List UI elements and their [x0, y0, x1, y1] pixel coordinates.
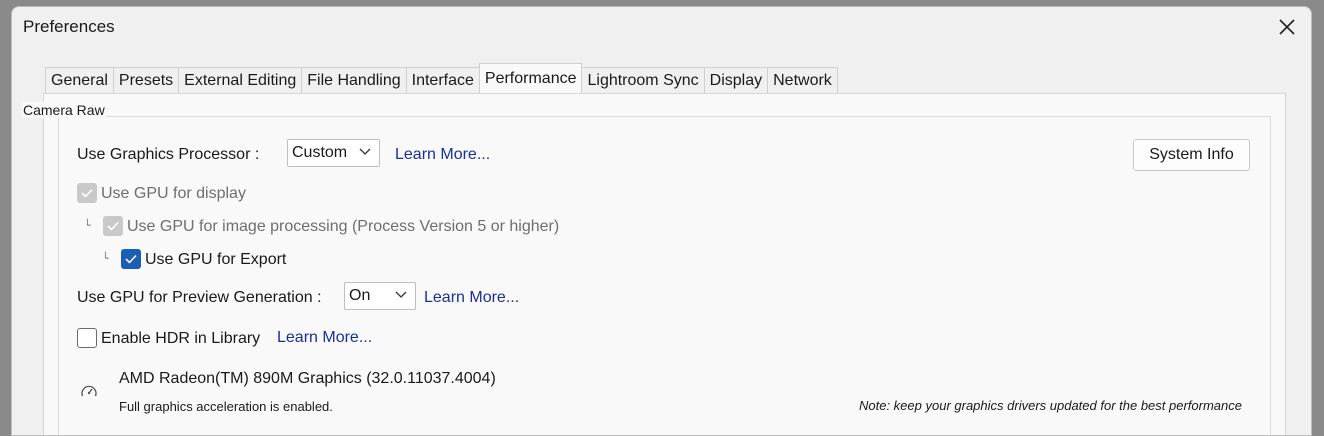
learn-more-preview-link[interactable]: Learn More...	[424, 289, 519, 307]
tab-bar: General Presets External Editing File Ha…	[45, 63, 838, 93]
learn-more-graphics-link[interactable]: Learn More...	[395, 146, 490, 164]
tab-file-handling[interactable]: File Handling	[301, 67, 407, 93]
tree-connector: └	[84, 219, 91, 232]
hdr-library-checkbox[interactable]	[77, 328, 97, 348]
window-title: Preferences	[23, 17, 115, 36]
tab-general[interactable]: General	[45, 67, 114, 93]
checkmark-icon	[81, 188, 93, 198]
gpu-display-checkbox[interactable]	[77, 183, 97, 203]
gpu-display-label: Use GPU for display	[101, 185, 246, 202]
tab-interface[interactable]: Interface	[405, 67, 480, 93]
gpu-export-label: Use GPU for Export	[145, 251, 287, 268]
gpu-export-checkbox[interactable]	[121, 249, 141, 269]
hdr-library-label: Enable HDR in Library	[101, 330, 261, 347]
speedometer-icon	[81, 385, 97, 397]
gpu-image-processing-label: Use GPU for image processing (Process Ve…	[127, 218, 560, 235]
checkmark-icon	[125, 254, 137, 264]
tab-lightroom-sync[interactable]: Lightroom Sync	[581, 67, 705, 93]
tab-network[interactable]: Network	[767, 67, 838, 93]
tree-connector: └	[102, 252, 109, 265]
preview-generation-select[interactable]: On	[344, 282, 416, 310]
graphics-processor-label: Use Graphics Processor :	[77, 146, 260, 163]
tab-display[interactable]: Display	[703, 67, 769, 93]
preview-generation-label: Use GPU for Preview Generation :	[77, 289, 322, 306]
chevron-down-icon	[395, 291, 407, 298]
camera-raw-group	[58, 116, 1271, 435]
tab-presets[interactable]: Presets	[112, 67, 180, 93]
tab-external-editing[interactable]: External Editing	[178, 67, 303, 93]
graphics-processor-select[interactable]: Custom	[287, 139, 380, 167]
driver-note: Note: keep your graphics drivers updated…	[859, 398, 1242, 413]
gpu-image-processing-checkbox[interactable]	[103, 216, 123, 236]
gpu-name: AMD Radeon(TM) 890M Graphics (32.0.11037…	[119, 370, 496, 387]
chevron-down-icon	[359, 148, 371, 155]
group-label-camera-raw: Camera Raw	[22, 102, 106, 118]
checkmark-icon	[107, 221, 119, 231]
preview-generation-value: On	[349, 287, 371, 304]
close-button[interactable]	[1275, 15, 1299, 39]
close-icon	[1279, 19, 1295, 35]
gpu-status: Full graphics acceleration is enabled.	[119, 399, 333, 414]
learn-more-hdr-link[interactable]: Learn More...	[277, 329, 372, 347]
tab-performance[interactable]: Performance	[478, 63, 583, 93]
graphics-processor-value: Custom	[292, 144, 348, 161]
system-info-button[interactable]: System Info	[1133, 139, 1250, 171]
